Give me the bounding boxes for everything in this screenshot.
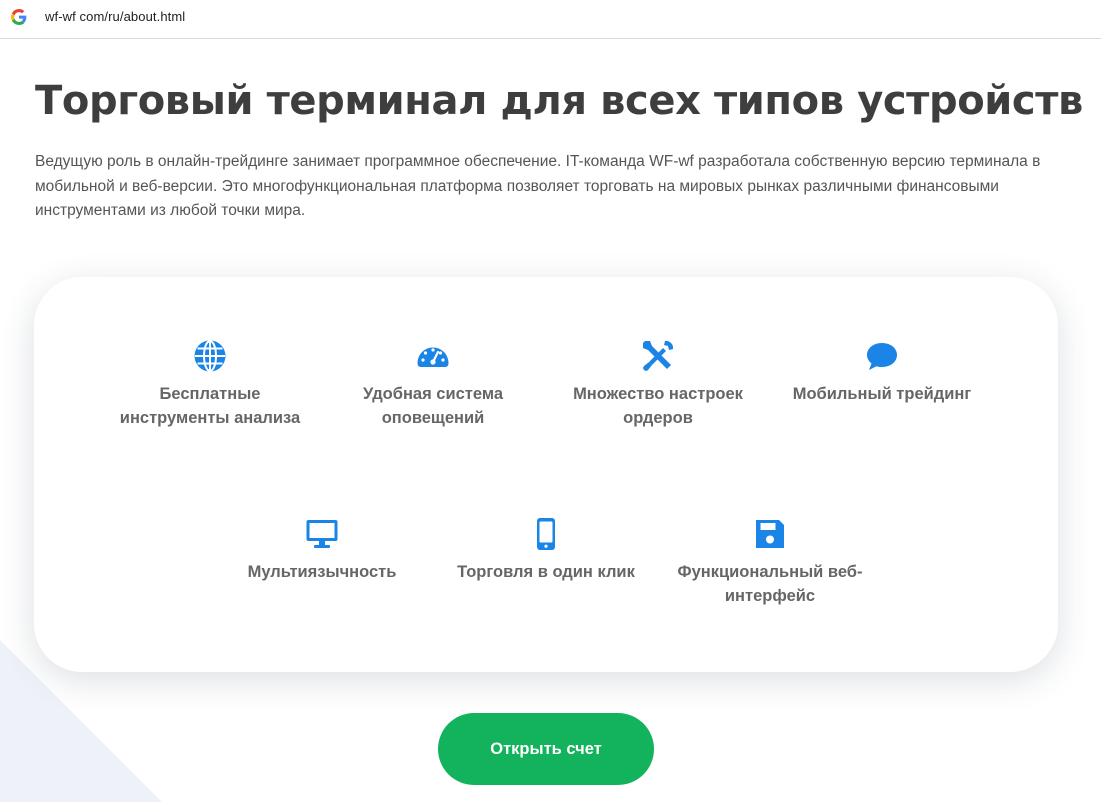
feature-label: Бесплатные инструменты анализа <box>119 385 301 427</box>
google-g-icon <box>11 9 27 25</box>
browser-address-bar: wf-wf com/ru/about.html <box>0 0 1101 39</box>
features-card: Бесплатные инструменты анализа Удобная с… <box>34 277 1058 672</box>
feature-notification-system: Удобная система оповещений <box>338 339 528 430</box>
tools-icon <box>643 340 674 371</box>
feature-web-interface: Функциональный веб-интерфейс <box>675 517 865 608</box>
globe-icon <box>194 340 226 372</box>
desktop-icon <box>306 520 338 548</box>
page: wf-wf com/ru/about.html Торговый термина… <box>0 0 1101 802</box>
feature-one-click-trading: Торговля в один клик <box>451 517 641 584</box>
page-title: Торговый терминал для всех типов устройс… <box>35 78 1083 124</box>
feature-order-settings: Множество настроек ордеров <box>563 339 753 430</box>
speedometer-icon <box>417 347 449 367</box>
floppy-disk-icon <box>756 520 784 548</box>
chat-bubble-icon <box>867 343 897 370</box>
feature-label: Удобная система оповещений <box>362 385 504 427</box>
feature-label: Мультиязычность <box>247 563 397 581</box>
feature-label: Мобильный трейдинг <box>792 385 972 403</box>
smartphone-icon <box>537 518 555 550</box>
feature-multilanguage: Мультиязычность <box>227 517 417 584</box>
feature-free-analysis-tools: Бесплатные инструменты анализа <box>115 339 305 430</box>
intro-paragraph: Ведущую роль в онлайн-трейдинге занимает… <box>35 153 1041 219</box>
feature-mobile-trading: Мобильный трейдинг <box>787 339 977 406</box>
feature-label: Множество настроек ордеров <box>573 385 743 427</box>
url-text[interactable]: wf-wf com/ru/about.html <box>45 9 185 24</box>
feature-label: Торговля в один клик <box>457 563 635 581</box>
open-account-button[interactable]: Открыть счет <box>438 713 654 785</box>
feature-label: Функциональный веб-интерфейс <box>677 563 863 605</box>
